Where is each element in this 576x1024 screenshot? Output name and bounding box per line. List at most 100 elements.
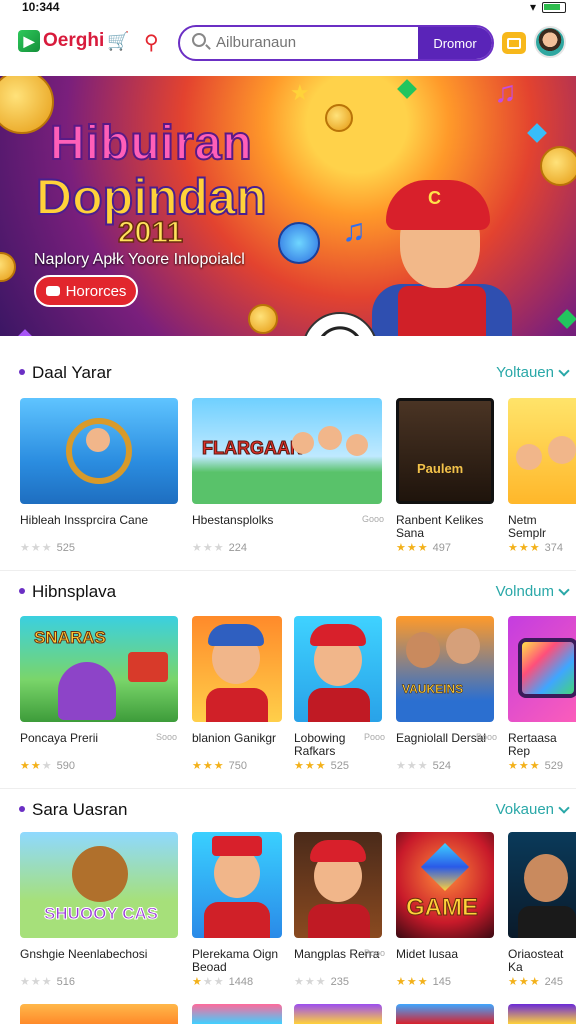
game-card[interactable]: Paulem Ranbent Kelikes Sana ★ ★ ★ 497 <box>396 398 496 568</box>
game-rating: ★ ★ ★ 145 <box>396 975 451 989</box>
tag-icon[interactable] <box>502 32 526 54</box>
game-card[interactable]: GAME Midet Iusaa ★ ★ ★ 145 <box>396 832 496 1002</box>
star-icon: ★ <box>290 80 310 105</box>
section-divider <box>0 570 576 571</box>
game-thumbnail[interactable] <box>20 1004 178 1024</box>
game-title[interactable]: Plerekama Oign Beoad <box>192 948 284 974</box>
hero-title: Hibuiran <box>49 116 253 171</box>
rating-count: 497 <box>432 541 451 554</box>
search-bar[interactable]: Dromor <box>178 25 494 61</box>
game-thumbnail[interactable]: SNARAS <box>20 616 178 722</box>
game-rating: ★ ★ ★ 524 <box>396 759 451 773</box>
gem-decoration <box>557 309 576 329</box>
section-title: Sara Uasran <box>32 800 128 819</box>
section-more-link[interactable]: Volndum <box>496 583 554 600</box>
hero-subtitle: Naplory Apłk Yoore Inlopoialcl <box>34 251 245 268</box>
game-thumbnail[interactable]: SHUOOY CAS <box>20 832 178 938</box>
gem-decoration <box>15 329 35 336</box>
game-rating: ★ ★ ★ 590 <box>20 759 75 773</box>
game-rating: ★ ★ ★ 525 <box>294 759 349 773</box>
game-thumbnail[interactable]: Paulem <box>396 398 494 504</box>
game-thumbnail[interactable] <box>508 832 576 938</box>
game-thumbnail[interactable] <box>508 616 576 722</box>
chevron-down-icon[interactable] <box>558 365 570 377</box>
game-rating: ★ ★ ★ 750 <box>192 759 247 773</box>
location-pin-icon[interactable]: ⚲ <box>144 30 159 55</box>
game-card[interactable]: VAUKEINS Eagniolall Dersal Booo ★ ★ ★ 524 <box>396 616 498 786</box>
hero-banner[interactable]: ♫ ♫ ★ Hibuiran Dopindan 2011 Naplory Apł… <box>0 76 576 336</box>
game-card[interactable]: Lobowing Rafkars Pooo ★ ★ ★ 525 <box>294 616 386 786</box>
music-note-icon: ♫ <box>342 212 366 248</box>
section-bullet <box>19 369 25 375</box>
game-row: SHUOOY CAS Gnshgie Neenlabechosi ★ ★ ★ 516… <box>0 832 576 1002</box>
game-title[interactable]: Gnshgie Neenlabechosi <box>20 948 147 961</box>
section-more-link[interactable]: Vokauen <box>496 801 554 818</box>
game-card[interactable]: Rertaasa Rep ★ ★ ★ 529 <box>508 616 576 786</box>
hero-character-cap <box>386 180 490 230</box>
section-header: Daal Yarar Yoltauen <box>0 359 576 387</box>
game-rating: ★ ★ ★ 525 <box>20 541 75 555</box>
app-logo[interactable]: ▶ Oerghi 🛒 <box>18 30 130 52</box>
gem-decoration <box>397 79 417 99</box>
game-row: SNARAS Poncaya Prerii Sooo ★ ★ ★ 590 blani… <box>0 616 576 786</box>
chevron-down-icon[interactable] <box>558 802 570 814</box>
game-card[interactable]: SNARAS Poncaya Prerii Sooo ★ ★ ★ 590 <box>20 616 180 786</box>
game-card[interactable]: FLARGAAN Hbestansplolks Gooo ★ ★ ★ 224 <box>192 398 385 568</box>
game-thumbnail[interactable] <box>20 398 178 504</box>
game-badge: Booo <box>476 732 498 742</box>
game-thumbnail[interactable] <box>192 616 282 722</box>
section-divider <box>0 788 576 789</box>
game-thumbnail[interactable] <box>192 832 282 938</box>
rating-count: 245 <box>544 975 563 988</box>
game-title[interactable]: Hibleah Inssprcira Cane <box>20 514 148 527</box>
game-thumbnail[interactable] <box>508 1004 576 1024</box>
game-thumbnail[interactable] <box>294 1004 382 1024</box>
game-title[interactable]: Ranbent Kelikes Sana <box>396 514 496 540</box>
game-thumbnail[interactable] <box>294 832 382 938</box>
game-title[interactable]: Rertaasa Rep <box>508 732 576 758</box>
hero-cta-button[interactable]: Hororces <box>34 275 138 307</box>
game-title[interactable]: blanion Ganikgr <box>192 732 276 745</box>
game-thumbnail[interactable]: GAME <box>396 832 494 938</box>
wifi-icon: ▾ <box>529 0 536 14</box>
chip-decoration <box>278 222 320 264</box>
game-thumbnail[interactable] <box>192 1004 282 1024</box>
game-card[interactable]: Plerekama Oign Beoad ★ ★ ★ 1448 <box>192 832 284 1002</box>
game-card[interactable]: SHUOOY CAS Gnshgie Neenlabechosi ★ ★ ★ 516 <box>20 832 180 1002</box>
coin-decoration <box>540 146 576 186</box>
game-row-partial <box>0 1004 576 1024</box>
game-title[interactable]: Midet Iusaa <box>396 948 458 961</box>
section-more-link[interactable]: Yoltauen <box>496 364 554 381</box>
search-button[interactable]: Dromor <box>418 27 492 59</box>
game-title[interactable]: Eagniolall Dersal <box>396 732 486 745</box>
coin-decoration <box>0 76 54 134</box>
soccer-ball-icon <box>302 312 378 336</box>
rating-count: 516 <box>56 975 75 988</box>
game-thumbnail[interactable]: VAUKEINS <box>396 616 494 722</box>
game-title[interactable]: Netm Semplr <box>508 514 576 540</box>
hero-character-vest <box>398 286 486 336</box>
logo-text: Oerghi <box>43 30 105 51</box>
game-rating: ★ ★ ★ 235 <box>294 975 349 989</box>
game-thumbnail[interactable]: FLARGAAN <box>192 398 382 504</box>
search-input[interactable] <box>216 34 416 51</box>
game-card[interactable]: Mangplas Rerra Pooo ★ ★ ★ 235 <box>294 832 386 1002</box>
game-title[interactable]: Hbestansplolks <box>192 514 273 527</box>
game-card[interactable]: blanion Ganikgr ★ ★ ★ 750 <box>192 616 284 786</box>
logo-mark-icon: ▶ <box>18 30 40 52</box>
game-title[interactable]: Oriaosteat Ka <box>508 948 576 974</box>
game-thumbnail[interactable] <box>508 398 576 504</box>
game-card[interactable]: Hibleah Inssprcira Cane ★ ★ ★ 525 <box>20 398 180 568</box>
game-badge: Pooo <box>364 732 386 742</box>
game-thumbnail[interactable] <box>396 1004 494 1024</box>
avatar[interactable] <box>534 26 566 58</box>
game-rating: ★ ★ ★ 497 <box>396 541 451 555</box>
cart-icon: 🛒 <box>107 30 130 51</box>
game-badge: Pooo <box>364 948 386 958</box>
game-card[interactable]: Netm Semplr ★ ★ ★ 374 <box>508 398 576 568</box>
game-card[interactable]: Oriaosteat Ka ★ ★ ★ 245 <box>508 832 576 1002</box>
game-badge: Gooo <box>362 514 385 524</box>
game-title[interactable]: Poncaya Prerii <box>20 732 98 745</box>
chevron-down-icon[interactable] <box>558 584 570 596</box>
game-thumbnail[interactable] <box>294 616 382 722</box>
